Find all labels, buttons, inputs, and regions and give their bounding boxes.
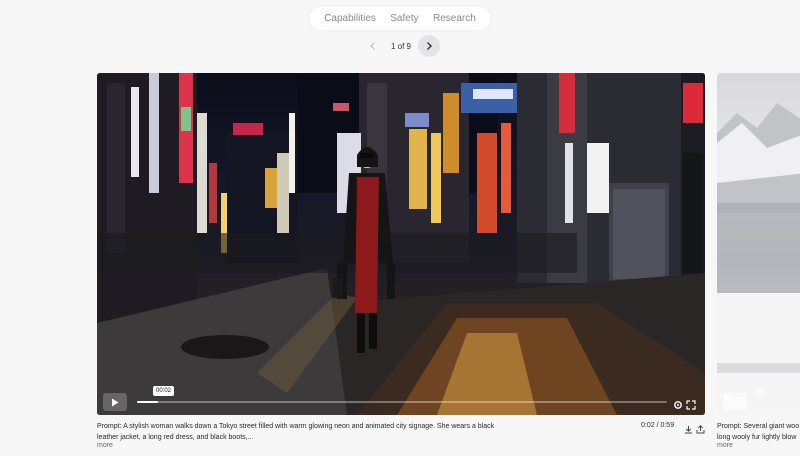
share-button[interactable]	[696, 421, 705, 434]
time-tooltip-2	[753, 389, 767, 397]
fullscreen-button[interactable]	[686, 397, 696, 410]
video-player-tokyo[interactable]: 00:02	[97, 73, 705, 415]
video-player-mammoths[interactable]	[717, 73, 800, 415]
settings-icon	[674, 401, 682, 409]
video-controls: 00:02	[97, 385, 705, 415]
video-frame-snowy-mountains	[717, 103, 800, 415]
video-frame-tokyo-street	[97, 73, 705, 415]
tab-capabilities[interactable]: Capabilities	[324, 13, 376, 24]
play-icon	[724, 393, 731, 402]
video-prompt-text-2: Prompt: Several giant woo long wooly fur…	[717, 421, 800, 443]
more-link[interactable]: more	[97, 442, 113, 449]
previous-button[interactable]	[362, 35, 384, 57]
video-duration: 0:02 / 0:59	[641, 422, 675, 429]
next-button[interactable]	[417, 35, 440, 57]
chevron-left-icon	[370, 42, 375, 50]
settings-button[interactable]	[673, 397, 683, 409]
download-button[interactable]	[684, 421, 693, 434]
download-icon	[685, 426, 692, 434]
tab-safety[interactable]: Safety	[390, 13, 418, 24]
page-counter: 1 of 9	[390, 41, 411, 51]
play-icon	[112, 398, 119, 406]
sora-gallery-page: Capabilities Safety Research 1 of 9 00:0…	[0, 0, 800, 456]
tab-research[interactable]: Research	[433, 13, 476, 24]
chevron-right-icon	[426, 42, 432, 50]
carousel-pager: 1 of 9	[362, 34, 440, 58]
share-icon	[696, 425, 705, 434]
time-tooltip: 00:02	[153, 386, 175, 396]
play-button-2[interactable]	[723, 393, 747, 411]
progress-fill	[137, 401, 159, 403]
play-button[interactable]	[103, 393, 127, 411]
progress-track[interactable]	[137, 401, 667, 403]
video-prompt-text: Prompt: A stylish woman walks down a Tok…	[97, 423, 495, 441]
more-link-2[interactable]: more	[717, 442, 733, 449]
prompt-line-1: Prompt: Several giant woo	[717, 423, 800, 430]
fullscreen-icon	[686, 400, 696, 410]
section-tabs: Capabilities Safety Research	[309, 6, 491, 30]
